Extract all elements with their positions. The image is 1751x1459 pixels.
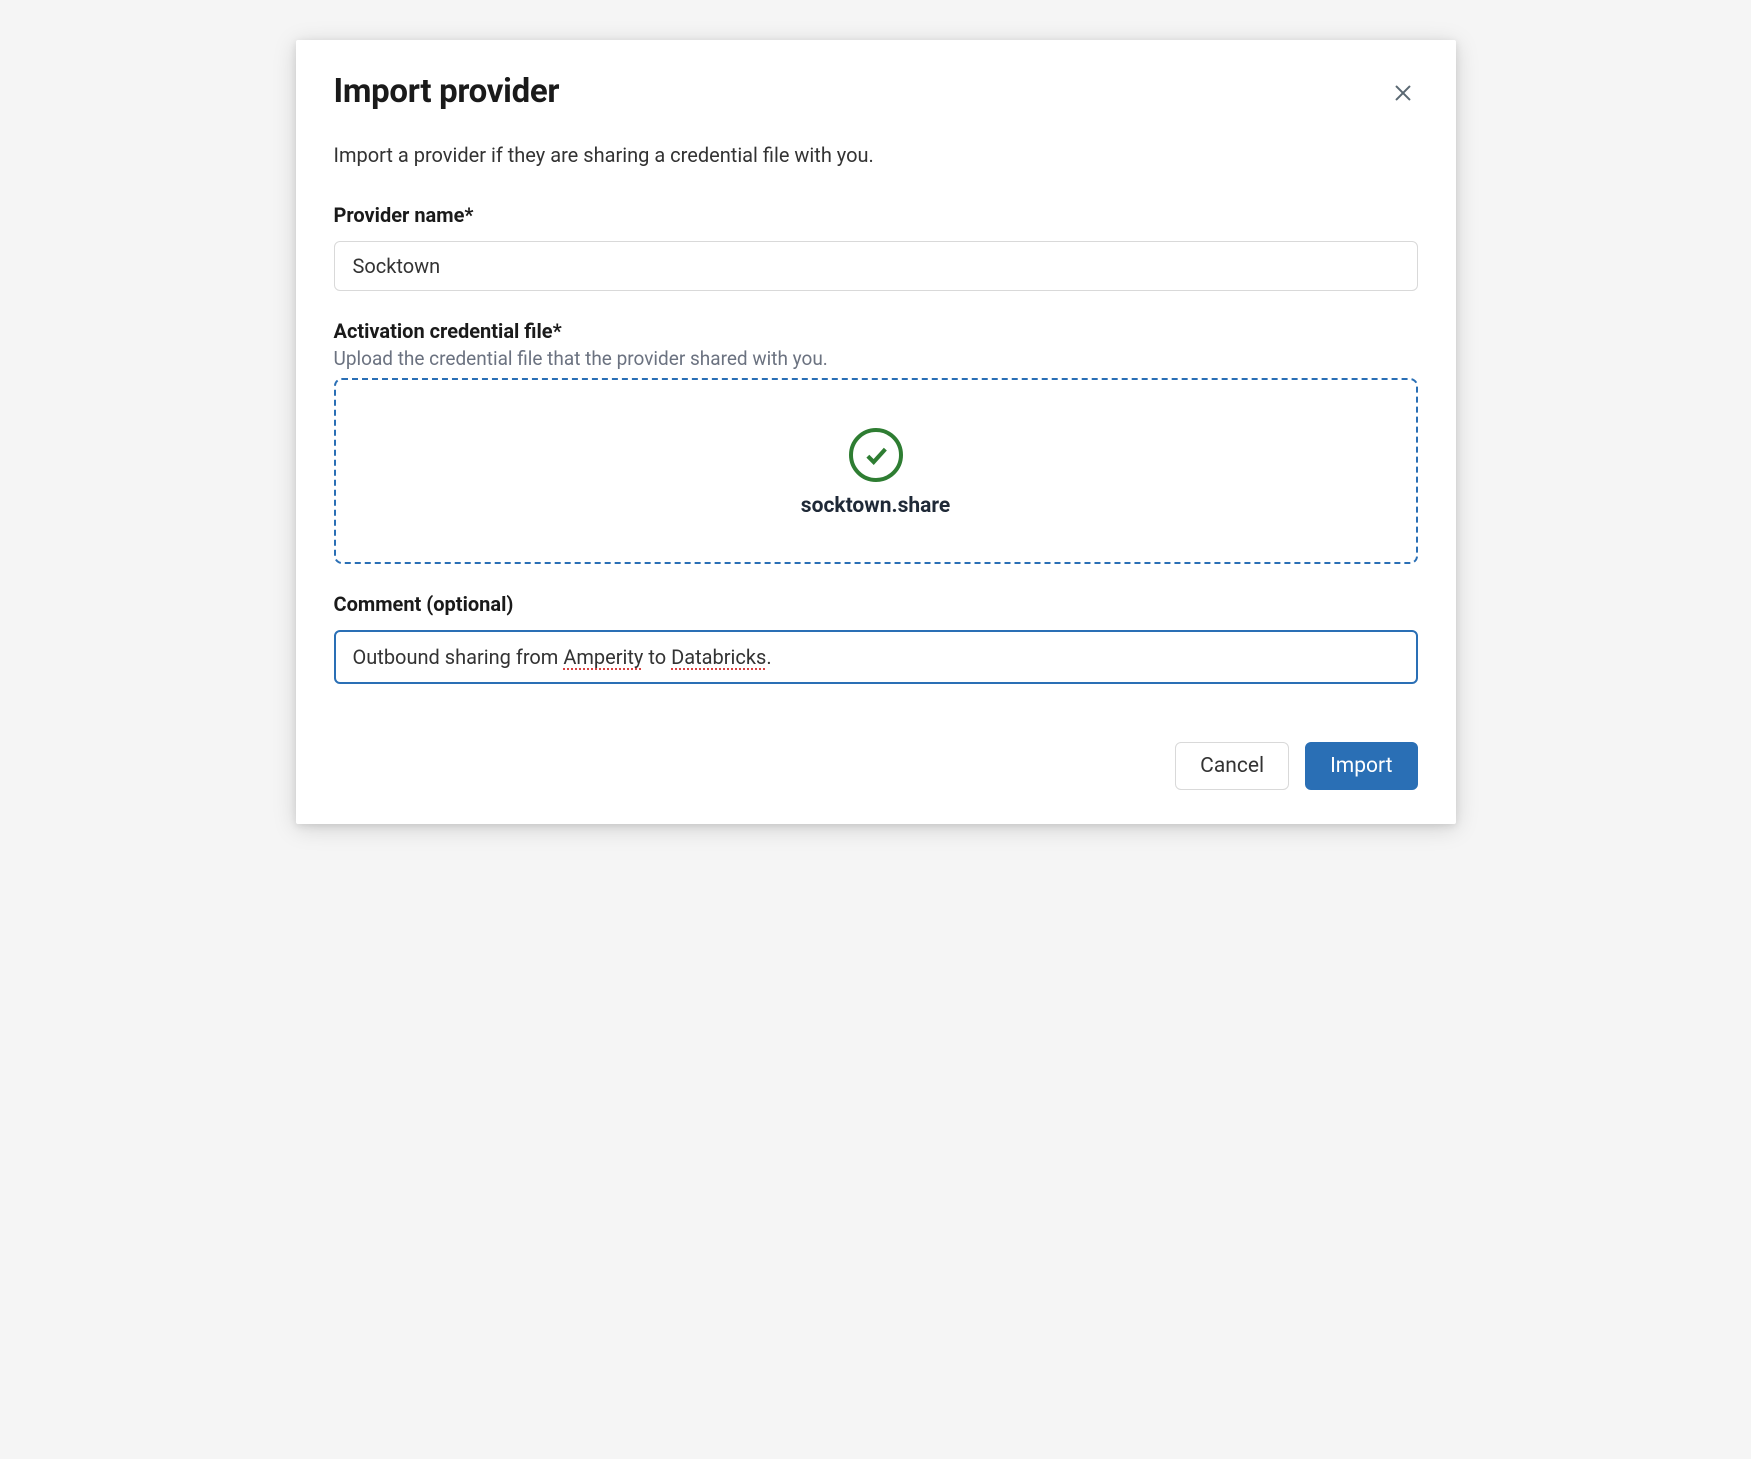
provider-name-label: Provider name* (334, 203, 1418, 227)
dialog-title: Import provider (334, 72, 560, 111)
close-icon (1392, 82, 1414, 104)
comment-group: Comment (optional) Outbound sharing from… (334, 592, 1418, 684)
dialog-header: Import provider (334, 72, 1418, 111)
provider-name-input[interactable] (334, 241, 1418, 291)
provider-name-group: Provider name* (334, 203, 1418, 291)
comment-text-word2: Databricks (671, 645, 766, 669)
comment-input[interactable]: Outbound sharing from Amperity to Databr… (334, 630, 1418, 684)
dialog-footer: Cancel Import (334, 742, 1418, 790)
close-button[interactable] (1388, 78, 1418, 108)
comment-label: Comment (optional) (334, 592, 1418, 616)
uploaded-filename: socktown.share (801, 494, 950, 518)
credential-file-group: Activation credential file* Upload the c… (334, 319, 1418, 564)
comment-text-mid: to (643, 645, 671, 669)
credential-file-dropzone[interactable]: socktown.share (334, 378, 1418, 564)
cancel-button[interactable]: Cancel (1175, 742, 1289, 790)
dialog-description: Import a provider if they are sharing a … (334, 141, 1418, 169)
import-button[interactable]: Import (1305, 742, 1417, 790)
import-provider-dialog: Import provider Import a provider if the… (296, 40, 1456, 824)
comment-text-word1: Amperity (563, 645, 643, 669)
success-check-icon (849, 428, 903, 482)
credential-file-label: Activation credential file* (334, 319, 1418, 343)
credential-file-hint: Upload the credential file that the prov… (334, 347, 1418, 370)
comment-text-prefix: Outbound sharing from (353, 645, 564, 669)
comment-text-suffix: . (766, 645, 771, 669)
